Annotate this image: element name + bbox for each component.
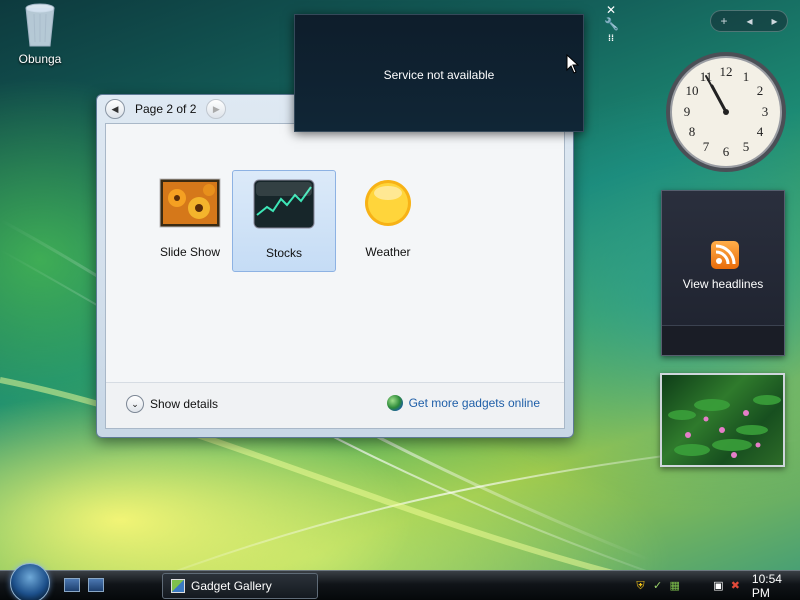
svg-text:5: 5 <box>743 139 750 154</box>
start-button-windows-icon[interactable] <box>10 563 50 600</box>
taskbar-button-label: Gadget Gallery <box>191 579 272 593</box>
show-details-label: Show details <box>150 397 219 411</box>
gadget-flyout-panel: Service not available <box>294 14 584 132</box>
gadget-name: Stocks <box>265 246 302 260</box>
volume-muted-icon[interactable]: ✖ <box>729 579 742 593</box>
svg-text:8: 8 <box>689 124 696 139</box>
gadget-name: Weather <box>365 245 411 259</box>
weather-sun-icon <box>365 180 411 226</box>
taskbar-clock[interactable]: 10:54 PM <box>752 572 800 600</box>
svg-text:2: 2 <box>757 83 764 98</box>
security-shield-icon[interactable]: ⛨ <box>634 579 647 593</box>
triangle-right-icon: ▶ <box>212 103 220 114</box>
add-gadget-button[interactable]: + <box>720 14 727 28</box>
gadget-tile-slide-show[interactable]: Slide Show <box>138 170 242 272</box>
taskbar-button-gadget-gallery[interactable]: Gadget Gallery <box>162 573 318 599</box>
gallery-footer: ⌄ Show details Get more gadgets online <box>106 382 564 428</box>
network-icon[interactable]: ▣ <box>712 579 725 593</box>
windows-defender-icon[interactable]: ✓ <box>651 579 664 593</box>
gadget-gallery-icon <box>171 579 185 593</box>
gadget-tile-weather[interactable]: Weather <box>336 170 440 272</box>
system-tray: ⛨ ✓ ▦ ▣ ✖ 10:54 PM <box>630 571 800 600</box>
svg-text:7: 7 <box>703 139 710 154</box>
gadget-list-area: Slide Show Stocks Weather ⌄ Show details <box>105 123 565 429</box>
close-gadget-button[interactable]: ✕ <box>604 3 618 17</box>
drag-handle-icon[interactable]: ⁞⁞ <box>604 31 618 45</box>
svg-text:9: 9 <box>684 104 691 119</box>
sidebar-previous-button[interactable]: ◂ <box>746 14 752 28</box>
stocks-thumbnail-icon <box>253 179 315 229</box>
slide-show-thumbnail-icon <box>159 178 221 228</box>
gadgets-sidebar-icon[interactable]: ▦ <box>668 579 681 593</box>
flyout-message: Service not available <box>383 68 495 82</box>
svg-text:12: 12 <box>720 64 733 79</box>
gadget-gallery-window: ◀ Page 2 of 2 ▶ ⚲ ▼ Slide Show <box>96 94 574 438</box>
sidebar-next-button[interactable]: ▸ <box>771 14 777 28</box>
next-page-button[interactable]: ▶ <box>206 99 227 119</box>
slide-photo-image <box>668 395 781 458</box>
sidebar-control-bar: + ◂ ▸ <box>710 10 788 32</box>
taskbar: Gadget Gallery ⛨ ✓ ▦ ▣ ✖ 10:54 PM <box>0 563 800 600</box>
svg-text:1: 1 <box>743 69 750 84</box>
switch-windows-icon[interactable] <box>88 578 104 592</box>
recycle-bin-label: Obunga <box>18 52 62 66</box>
page-indicator: Page 2 of 2 <box>135 102 197 116</box>
get-more-gadgets-label: Get more gadgets online <box>408 396 540 410</box>
mouse-pointer-icon <box>566 54 580 74</box>
recycle-bin-shortcut[interactable]: Obunga <box>12 2 68 66</box>
view-headlines-label: View headlines <box>682 277 764 291</box>
get-more-gadgets-link[interactable]: Get more gadgets online <box>386 395 540 411</box>
clock-gadget[interactable]: 12 1 2 3 4 5 6 7 8 9 10 11 <box>664 50 788 174</box>
svg-text:3: 3 <box>762 104 769 119</box>
globe-icon <box>386 395 403 411</box>
previous-page-button[interactable]: ◀ <box>105 99 125 119</box>
gadget-name: Slide Show <box>159 245 221 259</box>
gadget-controls: ✕ 🔧 ⁞⁞ <box>604 3 620 57</box>
recycle-bin-icon <box>25 3 55 47</box>
page-navigator: ◀ Page 2 of 2 ▶ <box>105 99 227 119</box>
svg-text:10: 10 <box>686 83 699 98</box>
show-details-toggle[interactable]: ⌄ Show details <box>126 395 218 413</box>
svg-text:6: 6 <box>723 144 730 159</box>
show-desktop-icon[interactable] <box>64 578 80 592</box>
feed-headlines-gadget[interactable]: View headlines <box>661 190 785 356</box>
feed-footer-bar <box>662 325 784 355</box>
chevron-down-icon: ⌄ <box>126 395 144 413</box>
slide-show-gadget[interactable] <box>660 373 785 467</box>
rss-feed-icon <box>711 241 739 269</box>
options-wrench-icon[interactable]: 🔧 <box>604 17 619 31</box>
svg-text:4: 4 <box>757 124 764 139</box>
gadget-tile-stocks[interactable]: Stocks <box>232 170 336 272</box>
triangle-left-icon: ◀ <box>111 103 119 114</box>
